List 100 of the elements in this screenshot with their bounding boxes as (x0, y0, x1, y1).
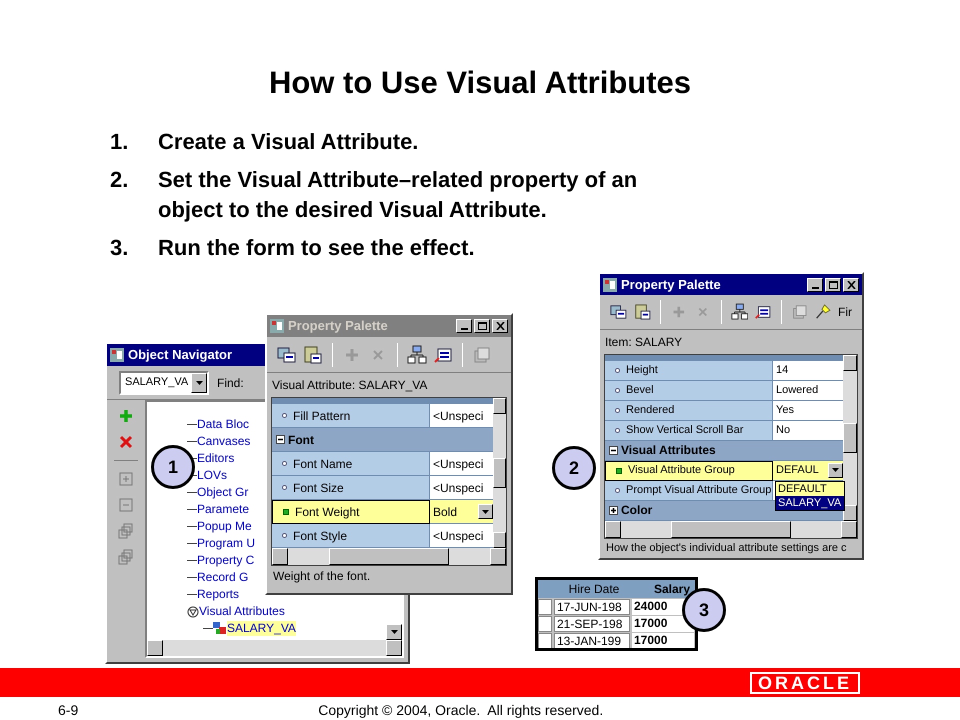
property-bullet-icon (615, 428, 620, 433)
dropdown-option[interactable]: DEFAULT (776, 482, 844, 496)
vertical-scrollbar[interactable] (493, 398, 506, 548)
visual-attribute-icon (213, 622, 227, 635)
tree-item[interactable]: Paramete (197, 502, 250, 517)
tree-item[interactable]: Property C (197, 553, 254, 568)
stack-icon[interactable] (472, 344, 492, 364)
context-label: Item: SALARY (604, 334, 684, 351)
property-value-cell[interactable]: Yes (773, 400, 843, 421)
toolbar-label: Fir (838, 304, 852, 322)
property-name: Font Size (293, 480, 344, 496)
maximize-button[interactable] (474, 319, 490, 333)
find-label: Find: (217, 374, 244, 392)
tree-item[interactable]: Visual Attributes (199, 604, 285, 619)
property-name-cell[interactable]: Bevel (605, 380, 773, 401)
tree-item[interactable]: Canvases (197, 434, 250, 449)
vertical-scrollbar[interactable] (843, 354, 857, 521)
property-bullet-icon (615, 408, 620, 413)
caret-icon (832, 468, 839, 472)
caret-icon (390, 630, 398, 634)
property-bullet-icon (282, 413, 287, 418)
property-name-cell[interactable]: Prompt Visual Attribute Group (605, 480, 773, 501)
hierarchy-icon[interactable] (407, 344, 427, 364)
tree-item[interactable]: Editors (197, 451, 234, 466)
window-title: Property Palette (288, 317, 388, 336)
module-dropdown[interactable]: SALARY_VA (119, 370, 209, 394)
close-button[interactable] (492, 319, 508, 333)
paste-icon[interactable] (634, 302, 652, 322)
maximize-button[interactable] (825, 278, 841, 292)
tree-item[interactable]: Record G (197, 570, 248, 585)
property-name-cell[interactable]: Font Style (272, 524, 430, 548)
property-value-cell[interactable]: <Unspeci (430, 524, 493, 548)
property-name-cell[interactable]: Rendered (605, 400, 773, 421)
table-cell: 17-JUN-198 (554, 599, 630, 615)
property-value: Bold (433, 504, 458, 520)
property-value-cell[interactable]: <Unspeci (430, 476, 493, 500)
delete-icon[interactable] (118, 434, 134, 450)
page-number: 6-9 (58, 701, 78, 720)
horizontal-scrollbar[interactable] (605, 520, 857, 538)
hierarchy-icon[interactable] (730, 302, 748, 322)
tree-item[interactable]: Popup Me (197, 519, 252, 534)
tree-item[interactable]: Program U (197, 536, 256, 551)
group-name: Color (621, 502, 652, 520)
close-button[interactable] (843, 278, 859, 292)
copyright-text: Copyright © 2004, Oracle. All rights reserved. (318, 701, 604, 720)
property-value: DEFAUL (776, 462, 819, 478)
dropdown-button[interactable] (478, 504, 493, 519)
property-value-cell[interactable]: <Unspeci (430, 404, 493, 428)
paste-icon[interactable] (303, 344, 323, 364)
step-number: 3. (110, 234, 130, 262)
dropdown-option[interactable]: SALARY_VA (776, 496, 844, 510)
tree-item[interactable]: Object Gr (197, 485, 248, 500)
property-value-cell[interactable]: Bold (430, 500, 493, 524)
copy-icon[interactable] (277, 344, 297, 364)
context-label: Visual Attribute: SALARY_VA (271, 377, 428, 394)
property-value-cell[interactable]: DEFAUL (773, 460, 843, 481)
row-header-cell[interactable] (538, 616, 552, 632)
property-name-cell[interactable]: Show Vertical Scroll Bar (605, 420, 773, 441)
tree-item[interactable]: Data Bloc (197, 417, 250, 432)
app-icon (603, 278, 617, 292)
property-value-cell[interactable]: <Unspeci (430, 452, 493, 476)
property-bullet-icon (282, 533, 287, 538)
row-header-cell[interactable] (538, 599, 552, 615)
horizontal-scrollbar[interactable] (147, 640, 402, 656)
property-name: Font Weight (295, 504, 360, 521)
property-name-cell[interactable]: Visual Attribute Group (605, 460, 773, 481)
tree-item[interactable]: SALARY_VA (227, 621, 296, 636)
property-group-header[interactable]: Visual Attributes (605, 440, 843, 461)
property-name-cell[interactable]: Height (605, 360, 773, 381)
expand-icon[interactable] (609, 506, 618, 515)
tree-item[interactable]: Reports (197, 587, 240, 602)
group-name: Visual Attributes (621, 442, 716, 460)
step-text: Set the Visual Attribute–related property of an object to the desired Visual Attribute. (158, 166, 638, 224)
property-name-cell[interactable]: Font Name (272, 452, 430, 476)
tree-item[interactable]: LOVs (197, 468, 228, 483)
scroll-down-button[interactable] (386, 624, 402, 640)
minimize-button[interactable] (807, 278, 823, 292)
property-value-cell[interactable]: 14 (773, 360, 843, 381)
property-name: Height (626, 362, 658, 378)
property-value: No (776, 422, 790, 438)
property-name: Prompt Visual Attribute Group (626, 482, 772, 498)
collapse-icon[interactable] (609, 446, 618, 455)
property-value-cell[interactable]: No (773, 420, 843, 441)
hint-text: Weight of the font. (272, 568, 372, 585)
horizontal-scrollbar[interactable] (272, 548, 506, 565)
property-value: <Unspeci (433, 528, 484, 544)
collapse-icon[interactable] (276, 435, 285, 444)
expanded-node-icon[interactable] (187, 606, 199, 618)
property-name-cell[interactable]: Font Size (272, 476, 430, 500)
property-name-cell[interactable]: Fill Pattern (272, 404, 430, 428)
property-name: Bevel (626, 382, 654, 398)
property-value-cell[interactable]: Lowered (773, 380, 843, 401)
property-bullet-icon (283, 509, 289, 515)
row-header-cell[interactable] (538, 633, 552, 648)
property-group-header[interactable]: Font (272, 428, 493, 452)
property-name-cell[interactable]: Font Weight (272, 500, 430, 524)
minimize-button[interactable] (456, 319, 472, 333)
property-value: 14 (776, 362, 788, 378)
table-cell: 17000 (632, 633, 694, 648)
dropdown-button[interactable] (828, 462, 843, 478)
